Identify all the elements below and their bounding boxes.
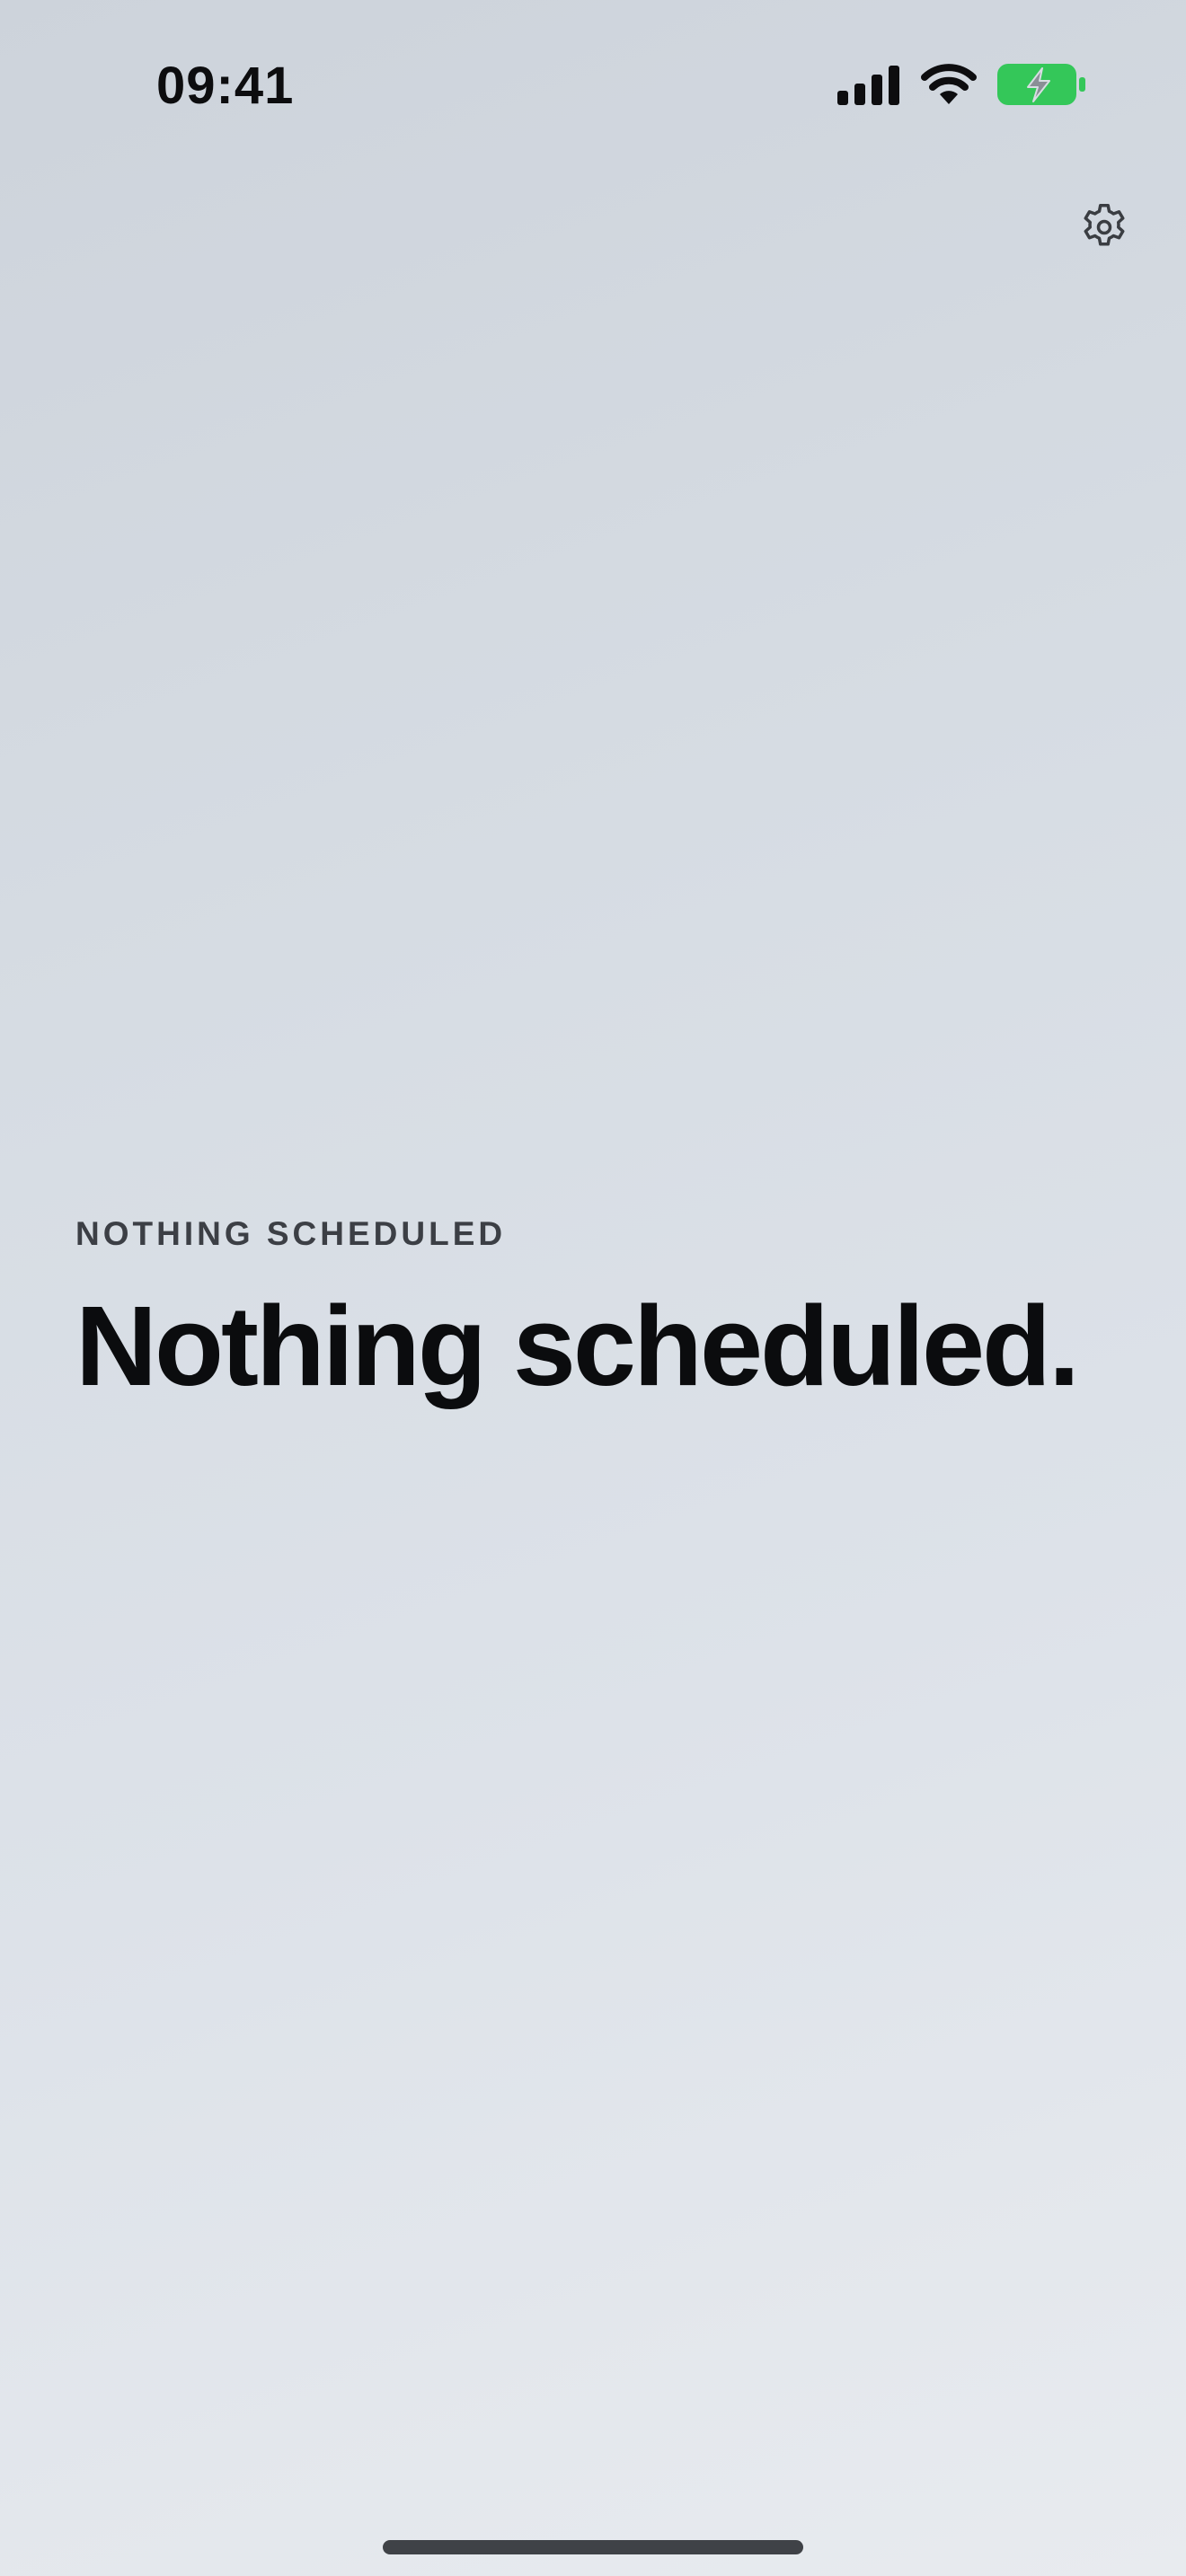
status-time: 09:41 xyxy=(156,57,295,115)
battery-charging-icon xyxy=(997,63,1085,106)
app-screen: 09:41 NOTHING SCHEDULED Nothing schedule… xyxy=(0,0,1186,2576)
settings-button[interactable] xyxy=(1075,199,1134,259)
status-icons xyxy=(837,63,1085,106)
status-bar: 09:41 xyxy=(0,0,1186,171)
gear-icon xyxy=(1077,200,1131,259)
empty-state-headline: Nothing scheduled. xyxy=(75,1283,1080,1410)
cellular-signal-icon xyxy=(837,64,900,105)
empty-state-eyebrow: NOTHING SCHEDULED xyxy=(75,1215,507,1252)
home-indicator[interactable] xyxy=(383,2540,803,2554)
wifi-icon xyxy=(920,63,978,106)
empty-state: NOTHING SCHEDULED Nothing scheduled. xyxy=(75,1214,1118,1409)
